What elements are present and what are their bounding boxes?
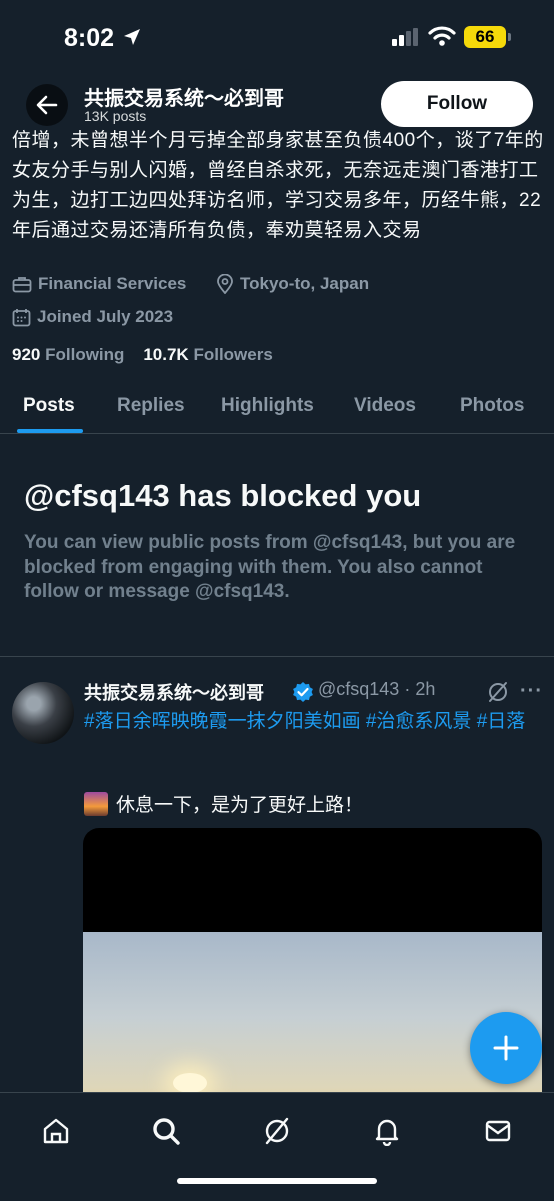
follow-stats: 920 Following 10.7K Followers: [12, 345, 273, 365]
follow-button[interactable]: Follow: [381, 81, 533, 127]
home-indicator: [177, 1178, 377, 1184]
tab-highlights[interactable]: Highlights: [221, 395, 314, 417]
briefcase-icon: [12, 277, 32, 293]
post-hashtags[interactable]: #落日余晖映晚霞一抹夕阳美如画 #治愈系风景 #日落: [84, 707, 544, 736]
signal-icon: [392, 28, 418, 46]
following-count: 920: [12, 345, 41, 364]
nav-notifications[interactable]: [365, 1109, 409, 1153]
profile-category: Financial Services: [12, 274, 186, 294]
location-label: Tokyo-to, Japan: [240, 274, 370, 293]
battery-cap: [508, 33, 511, 41]
profile-joined: Joined July 2023: [12, 307, 173, 327]
following-link[interactable]: 920 Following: [12, 345, 124, 364]
verified-badge-icon: [293, 682, 313, 702]
wifi-icon: [428, 26, 456, 46]
followers-label: Followers: [193, 345, 273, 364]
location-arrow-icon: [124, 29, 140, 45]
status-time: 8:02: [64, 24, 115, 52]
category-label: Financial Services: [38, 274, 187, 293]
active-tab-indicator: [17, 429, 83, 433]
profile-bio: 倍增，未曾想半个月亏掉全部身家甚至负债400个，谈了7年的女友分手与别人闪婚，曾…: [12, 130, 544, 241]
search-icon: [153, 1118, 180, 1145]
blocked-message: You can view public posts from @cfsq143,…: [24, 532, 516, 602]
post-image[interactable]: [83, 828, 542, 1108]
tab-replies[interactable]: Replies: [117, 395, 185, 417]
mail-icon: [485, 1120, 511, 1142]
joined-label: Joined July 2023: [37, 307, 174, 326]
header-display-name: 共振交易系统～必到哥: [84, 88, 284, 110]
plus-icon: [493, 1035, 519, 1061]
back-button[interactable]: [26, 84, 68, 126]
location-pin-icon: [217, 274, 233, 294]
following-label: Following: [45, 345, 125, 364]
followers-count: 10.7K: [143, 345, 189, 364]
nav-grok[interactable]: [255, 1109, 299, 1153]
calendar-icon: [12, 308, 31, 326]
followers-link[interactable]: 10.7K Followers: [143, 345, 272, 364]
compose-button[interactable]: [470, 1012, 542, 1084]
nav-messages[interactable]: [476, 1109, 520, 1153]
bottom-nav: [0, 1092, 554, 1201]
post-handle-time: @cfsq143 · 2h: [318, 679, 436, 699]
battery-indicator: 66: [464, 26, 506, 48]
profile-location: Tokyo-to, Japan: [216, 274, 369, 294]
post-text: 休息一下，是为了更好上路！: [116, 795, 364, 816]
home-icon: [43, 1118, 69, 1144]
sunset-emoji-icon: [84, 791, 108, 816]
grok-icon[interactable]: [486, 680, 510, 704]
nav-search[interactable]: [144, 1109, 188, 1153]
profile-tabs: Posts Replies Highlights Videos Photos: [0, 383, 554, 434]
nav-home[interactable]: [34, 1109, 78, 1153]
tab-videos[interactable]: Videos: [354, 395, 416, 417]
status-bar: 8:02 66: [0, 0, 554, 78]
blocked-title: @cfsq143 has blocked you: [24, 478, 422, 513]
grok-icon: [265, 1117, 289, 1145]
back-arrow-icon: [36, 95, 58, 115]
header-post-count: 13K posts: [84, 108, 147, 124]
tab-photos[interactable]: Photos: [460, 395, 524, 417]
avatar[interactable]: [12, 682, 74, 744]
tab-posts[interactable]: Posts: [23, 395, 75, 417]
sun: [173, 1073, 207, 1093]
divider: [0, 656, 554, 657]
post-author-name[interactable]: 共振交易系统～必到哥: [84, 679, 264, 705]
more-icon[interactable]: ···: [520, 680, 543, 703]
post-text-row: 休息一下，是为了更好上路！: [84, 790, 363, 817]
bell-icon: [375, 1119, 399, 1146]
